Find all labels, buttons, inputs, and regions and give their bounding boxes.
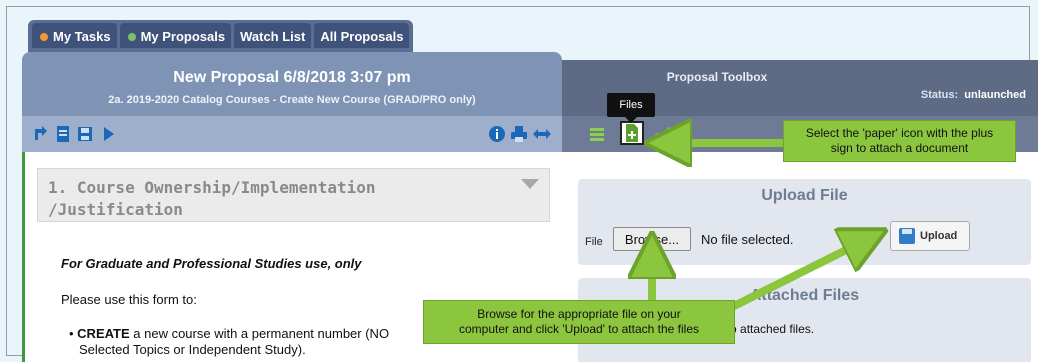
tab-watch-list[interactable]: Watch List [234, 23, 312, 48]
tab-label: Watch List [240, 29, 306, 44]
file-status: No file selected. [701, 232, 794, 247]
tab-label: All Proposals [320, 29, 404, 44]
status-dot-icon [40, 33, 48, 41]
floppy-icon [899, 228, 915, 244]
proposal-toolbar [22, 116, 562, 152]
info-icon[interactable] [488, 125, 506, 143]
status-badge: Status: unlaunched [920, 89, 1026, 101]
chevron-down-icon[interactable] [521, 179, 539, 189]
proposal-subtitle: 2a. 2019-2020 Catalog Courses - Create N… [108, 94, 476, 106]
upload-panel: Upload File File Browse... No file selec… [578, 179, 1031, 265]
file-label: File [585, 236, 603, 248]
callout-attach: Select the 'paper' icon with the plus si… [783, 120, 1016, 162]
upload-button[interactable]: Upload [890, 221, 970, 251]
form-use-text: Please use this form to: [61, 292, 197, 307]
tab-all-proposals[interactable]: All Proposals [314, 23, 410, 48]
save-icon[interactable] [76, 125, 94, 143]
play-icon[interactable] [100, 125, 118, 143]
list-item: • CREATE a new course with a permanent n… [69, 326, 390, 357]
redo-arrow-icon[interactable] [32, 125, 50, 143]
status-dot-icon [127, 33, 136, 41]
browse-button[interactable]: Browse... [613, 227, 691, 251]
section-title: 1. Course Ownership/Implementation /Just… [48, 178, 376, 219]
list-icon[interactable] [588, 125, 606, 143]
files-add-icon[interactable] [620, 121, 644, 145]
callout-browse-upload: Browse for the appropriate file on your … [423, 300, 735, 344]
tab-bar: My Tasks My Proposals Watch List All Pro… [28, 20, 414, 52]
tab-label: My Proposals [140, 29, 226, 44]
tab-label: My Tasks [53, 29, 111, 44]
document-icon[interactable] [54, 125, 72, 143]
print-icon[interactable] [510, 125, 528, 143]
files-tooltip: Files [607, 93, 655, 123]
toolbox-title: Proposal Toolbox [666, 70, 768, 84]
proposal-header: New Proposal 6/8/2018 3:07 pm 2a. 2019-2… [22, 52, 562, 116]
proposal-title: New Proposal 6/8/2018 3:07 pm [173, 69, 411, 86]
tab-my-proposals[interactable]: My Proposals [119, 23, 232, 48]
expand-icon[interactable] [532, 125, 551, 143]
check-icon[interactable] [654, 125, 672, 143]
form-intro: For Graduate and Professional Studies us… [61, 256, 362, 271]
tab-my-tasks[interactable]: My Tasks [32, 23, 117, 48]
upload-title: Upload File [761, 187, 848, 204]
section-header[interactable]: 1. Course Ownership/Implementation /Just… [37, 168, 550, 222]
